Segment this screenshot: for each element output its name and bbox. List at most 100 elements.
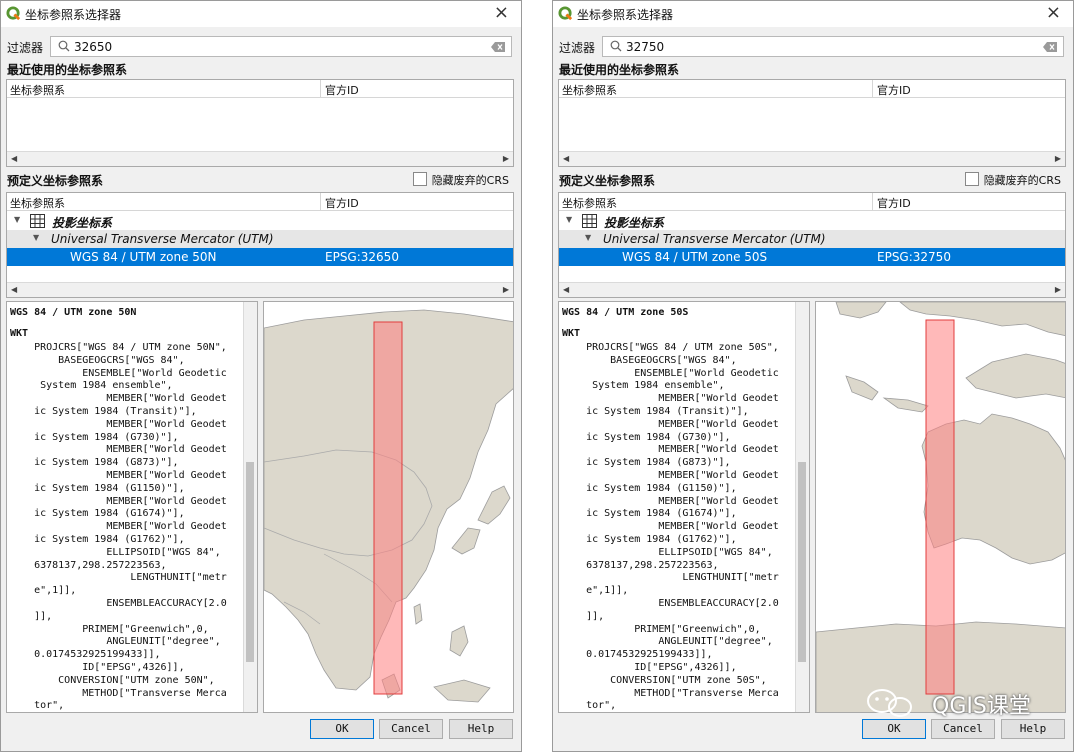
horizontal-scrollbar[interactable]: ◀ ▶ bbox=[559, 151, 1065, 166]
recent-crs-list[interactable]: 坐标参照系 官方ID ◀ ▶ bbox=[558, 79, 1066, 167]
scrollbar-thumb[interactable] bbox=[246, 462, 254, 662]
scroll-left-icon[interactable]: ◀ bbox=[563, 154, 569, 163]
wkt-crs-name: WGS 84 / UTM zone 50S bbox=[562, 307, 689, 318]
scroll-left-icon[interactable]: ◀ bbox=[563, 285, 569, 294]
horizontal-scrollbar[interactable]: ◀ ▶ bbox=[7, 151, 513, 166]
wkt-text: PROJCRS["WGS 84 / UTM zone 50N", BASEGEO… bbox=[34, 342, 227, 712]
map-canvas bbox=[264, 302, 513, 712]
column-header-authid[interactable]: 官方ID bbox=[877, 195, 911, 211]
vertical-scrollbar[interactable] bbox=[243, 302, 257, 712]
close-icon[interactable]: × bbox=[494, 2, 509, 23]
qgis-logo-icon bbox=[6, 6, 21, 21]
vertical-scrollbar[interactable] bbox=[795, 302, 809, 712]
column-header-crs[interactable]: 坐标参照系 bbox=[562, 195, 617, 211]
filter-value: 32750 bbox=[626, 40, 665, 54]
scrollbar-thumb[interactable] bbox=[798, 462, 806, 662]
watermark: QGIS课堂 bbox=[860, 686, 1060, 720]
title-bar: 坐标参照系选择器 × bbox=[1, 1, 521, 27]
scroll-right-icon[interactable]: ▶ bbox=[503, 285, 509, 294]
recent-crs-title: 最近使用的坐标参照系 bbox=[559, 63, 680, 77]
column-divider bbox=[872, 193, 873, 210]
checkbox-box[interactable] bbox=[964, 172, 979, 186]
column-divider bbox=[320, 80, 321, 97]
column-header-authid[interactable]: 官方ID bbox=[325, 82, 359, 98]
expand-arrow-icon[interactable]: ▼ bbox=[585, 233, 591, 242]
recent-crs-title: 最近使用的坐标参照系 bbox=[7, 63, 128, 77]
hide-deprecated-checkbox[interactable]: 隐藏废弃的CRS bbox=[412, 172, 509, 188]
hide-deprecated-label: 隐藏废弃的CRS bbox=[431, 174, 509, 187]
scroll-left-icon[interactable]: ◀ bbox=[11, 285, 17, 294]
horizontal-scrollbar[interactable]: ◀ ▶ bbox=[7, 282, 513, 297]
tree-item-projected[interactable]: ▼ 投影坐标系 bbox=[559, 212, 1065, 230]
help-button[interactable]: Help bbox=[449, 719, 513, 739]
tree-item-label: Universal Transverse Mercator (UTM) bbox=[603, 232, 826, 246]
predefined-crs-title: 预定义坐标参照系 bbox=[559, 174, 656, 188]
column-header-crs[interactable]: 坐标参照系 bbox=[10, 82, 65, 98]
recent-crs-list[interactable]: 坐标参照系 官方ID ◀ ▶ bbox=[6, 79, 514, 167]
list-header: 坐标参照系 官方ID bbox=[559, 80, 1065, 98]
list-header: 坐标参照系 官方ID bbox=[7, 80, 513, 98]
column-header-authid[interactable]: 官方ID bbox=[325, 195, 359, 211]
ok-button[interactable]: OK bbox=[310, 719, 374, 739]
extent-map-preview bbox=[263, 301, 514, 713]
expand-arrow-icon[interactable]: ▼ bbox=[566, 215, 572, 224]
cancel-button[interactable]: Cancel bbox=[379, 719, 443, 739]
expand-arrow-icon[interactable]: ▼ bbox=[33, 233, 39, 242]
tree-item-label: 投影坐标系 bbox=[604, 216, 665, 230]
column-header-authid[interactable]: 官方ID bbox=[877, 82, 911, 98]
tree-item-utm[interactable]: ▼ Universal Transverse Mercator (UTM) bbox=[559, 230, 1065, 248]
tree-item-label: 投影坐标系 bbox=[52, 216, 113, 230]
title-bar: 坐标参照系选择器 × bbox=[553, 1, 1073, 27]
hide-deprecated-checkbox[interactable]: 隐藏废弃的CRS bbox=[964, 172, 1061, 188]
wkt-panel[interactable]: WGS 84 / UTM zone 50S WKT PROJCRS["WGS 8… bbox=[558, 301, 810, 713]
column-header-crs[interactable]: 坐标参照系 bbox=[562, 82, 617, 98]
clear-icon[interactable] bbox=[1043, 42, 1057, 52]
scroll-right-icon[interactable]: ▶ bbox=[1055, 154, 1061, 163]
predefined-crs-tree[interactable]: 坐标参照系 官方ID ▼ 投影坐标系 ▼ Universal Transvers… bbox=[6, 192, 514, 298]
grid-icon bbox=[30, 214, 45, 228]
filter-value: 32650 bbox=[74, 40, 113, 54]
watermark-text: QGIS课堂 bbox=[932, 694, 1031, 719]
wkt-label: WKT bbox=[10, 328, 29, 339]
filter-input[interactable]: 32750 bbox=[602, 36, 1064, 57]
extent-map-preview bbox=[815, 301, 1066, 713]
filter-label: 过滤器 bbox=[7, 41, 44, 55]
list-header: 坐标参照系 官方ID bbox=[7, 193, 513, 211]
wkt-label: WKT bbox=[562, 328, 581, 339]
crs-selector-dialog-50n: 坐标参照系选择器 × 过滤器 32650 最近使用的坐标参照系 坐标参照系 官方… bbox=[0, 0, 522, 752]
tree-item-selected-crs[interactable]: WGS 84 / UTM zone 50S EPSG:32750 bbox=[559, 248, 1065, 266]
crs-selector-dialog-50s: 坐标参照系选择器 × 过滤器 32750 最近使用的坐标参照系 坐标参照系 官方… bbox=[552, 0, 1074, 752]
list-header: 坐标参照系 官方ID bbox=[559, 193, 1065, 211]
wkt-panel[interactable]: WGS 84 / UTM zone 50N WKT PROJCRS["WGS 8… bbox=[6, 301, 258, 713]
crs-authid: EPSG:32650 bbox=[325, 250, 399, 264]
column-header-crs[interactable]: 坐标参照系 bbox=[10, 195, 65, 211]
scroll-left-icon[interactable]: ◀ bbox=[11, 154, 17, 163]
ok-button[interactable]: OK bbox=[862, 719, 926, 739]
column-divider bbox=[872, 80, 873, 97]
tree-item-selected-crs[interactable]: WGS 84 / UTM zone 50N EPSG:32650 bbox=[7, 248, 513, 266]
horizontal-scrollbar[interactable]: ◀ ▶ bbox=[559, 282, 1065, 297]
crs-name: WGS 84 / UTM zone 50N bbox=[70, 250, 217, 264]
checkbox-box[interactable] bbox=[412, 172, 427, 186]
expand-arrow-icon[interactable]: ▼ bbox=[14, 215, 20, 224]
wkt-crs-name: WGS 84 / UTM zone 50N bbox=[10, 307, 137, 318]
scroll-right-icon[interactable]: ▶ bbox=[1055, 285, 1061, 294]
tree-item-projected[interactable]: ▼ 投影坐标系 bbox=[7, 212, 513, 230]
cancel-button[interactable]: Cancel bbox=[931, 719, 995, 739]
help-button[interactable]: Help bbox=[1001, 719, 1065, 739]
window-title: 坐标参照系选择器 bbox=[25, 8, 122, 22]
clear-icon[interactable] bbox=[491, 42, 505, 52]
predefined-crs-tree[interactable]: 坐标参照系 官方ID ▼ 投影坐标系 ▼ Universal Transvers… bbox=[558, 192, 1066, 298]
map-canvas bbox=[816, 302, 1065, 712]
predefined-crs-title: 预定义坐标参照系 bbox=[7, 174, 104, 188]
column-divider bbox=[320, 193, 321, 210]
close-icon[interactable]: × bbox=[1046, 2, 1061, 23]
tree-item-label: Universal Transverse Mercator (UTM) bbox=[51, 232, 274, 246]
crs-authid: EPSG:32750 bbox=[877, 250, 951, 264]
search-icon bbox=[610, 40, 622, 52]
qgis-logo-icon bbox=[558, 6, 573, 21]
tree-item-utm[interactable]: ▼ Universal Transverse Mercator (UTM) bbox=[7, 230, 513, 248]
filter-input[interactable]: 32650 bbox=[50, 36, 512, 57]
grid-icon bbox=[582, 214, 597, 228]
scroll-right-icon[interactable]: ▶ bbox=[503, 154, 509, 163]
